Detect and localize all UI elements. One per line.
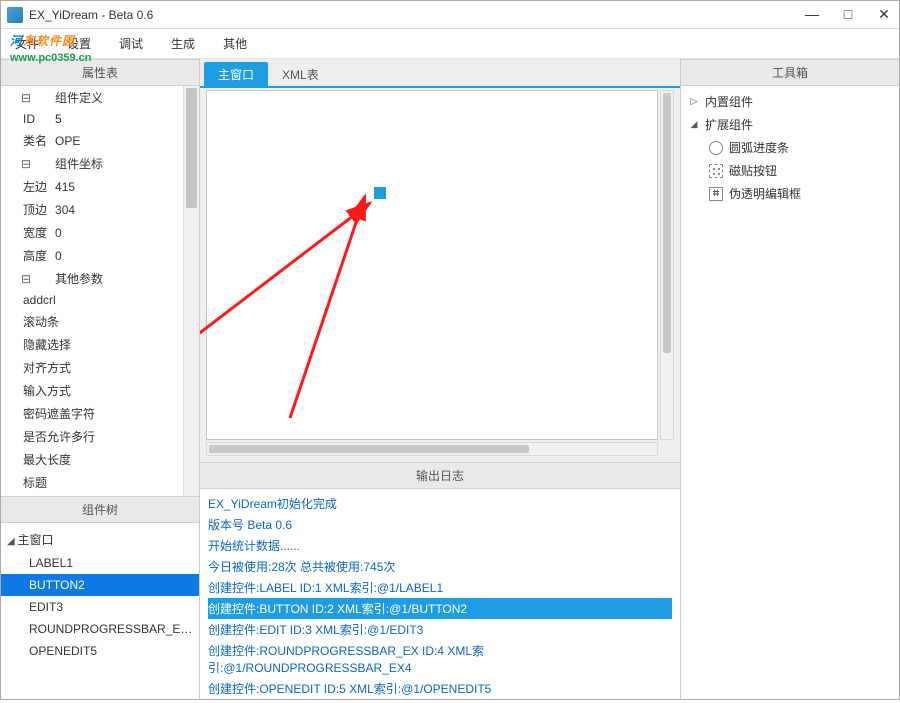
output-line[interactable]: 今日被使用:28次 总共被使用:745次: [208, 556, 672, 577]
selected-control-marker[interactable]: [374, 187, 386, 199]
prop-height-value[interactable]: 0: [51, 244, 199, 267]
close-button[interactable]: ✕: [875, 5, 893, 23]
toolbox-header: 工具箱: [681, 59, 899, 86]
minimize-button[interactable]: —: [803, 5, 821, 23]
tree-header: 组件树: [1, 496, 199, 523]
prop-scrollbar[interactable]: 滚动条: [1, 310, 199, 333]
prop-width-value[interactable]: 0: [51, 221, 199, 244]
output-header: 输出日志: [200, 462, 680, 489]
prop-height-label: 高度: [1, 244, 51, 267]
prop-textcolor[interactable]: 文本颜色: [1, 494, 199, 496]
canvas-vertical-scrollbar[interactable]: [660, 90, 674, 440]
window-title: EX_YiDream - Beta 0.6: [29, 8, 153, 22]
toolbox-category-builtin[interactable]: ▷内置组件: [687, 90, 893, 113]
menu-settings[interactable]: 设置: [67, 35, 91, 52]
menu-debug[interactable]: 调试: [119, 35, 143, 52]
output-line[interactable]: EX_YiDream初始化完成: [208, 493, 672, 514]
transparent-edit-icon: ⵌ: [709, 187, 723, 201]
prop-width-label: 宽度: [1, 221, 51, 244]
prop-class-value[interactable]: OPE: [51, 129, 199, 152]
prop-top-value[interactable]: 304: [51, 198, 199, 221]
prop-id-label: ID: [1, 109, 51, 129]
center-tabs: 主窗口 XML表: [200, 59, 680, 88]
prop-hideselection[interactable]: 隐藏选择: [1, 333, 199, 356]
prop-id-value[interactable]: 5: [51, 109, 199, 129]
toolbox-item-transparent-edit[interactable]: ⵌ伪透明编辑框: [687, 182, 893, 205]
prop-cat-definition[interactable]: 组件定义: [51, 86, 199, 109]
tree-root[interactable]: 主窗口: [1, 527, 199, 552]
menu-build[interactable]: 生成: [171, 35, 195, 52]
toolbox-list: ▷内置组件 ◢扩展组件 圆弧进度条 磁贴按钮 ⵌ伪透明编辑框: [681, 86, 899, 209]
prop-maxlength[interactable]: 最大长度: [1, 448, 199, 471]
toolbox-item-tile-button[interactable]: 磁贴按钮: [687, 159, 893, 182]
output-line[interactable]: 开始统计数据......: [208, 535, 672, 556]
prop-caption[interactable]: 标题: [1, 471, 199, 494]
output-line[interactable]: 创建控件:ROUNDPROGRESSBAR_EX ID:4 XML索引:@1/R…: [208, 640, 672, 678]
canvas-horizontal-scrollbar[interactable]: [206, 442, 658, 456]
prop-passwordchar[interactable]: 密码遮盖字符: [1, 402, 199, 425]
tree-item[interactable]: LABEL1: [1, 552, 199, 574]
design-canvas[interactable]: [206, 90, 658, 440]
output-line[interactable]: 创建控件:LABEL ID:1 XML索引:@1/LABEL1: [208, 577, 672, 598]
property-grid[interactable]: ⊟组件定义 ID5 类名OPE ⊟组件坐标 左边415 顶边304 宽度0 高度…: [1, 86, 199, 496]
tree-item[interactable]: OPENEDIT5: [1, 640, 199, 662]
toolbox-category-extend[interactable]: ◢扩展组件: [687, 113, 893, 136]
output-line[interactable]: 创建控件:BUTTON ID:2 XML索引:@1/BUTTON2: [208, 598, 672, 619]
menu-other[interactable]: 其他: [223, 35, 247, 52]
prop-left-label: 左边: [1, 175, 51, 198]
app-icon: [7, 7, 23, 23]
tree-item[interactable]: ROUNDPROGRESSBAR_EX4: [1, 618, 199, 640]
output-line[interactable]: 创建控件:OPENEDIT ID:5 XML索引:@1/OPENEDIT5: [208, 678, 672, 699]
prop-addcrl[interactable]: addcrl: [1, 290, 199, 310]
tab-xml-table[interactable]: XML表: [268, 62, 333, 86]
prop-class-label: 类名: [1, 129, 51, 152]
toolbox-item-round-progress[interactable]: 圆弧进度条: [687, 136, 893, 159]
menubar: 文件 设置 调试 生成 其他: [1, 29, 899, 59]
titlebar: EX_YiDream - Beta 0.6 — □ ✕: [1, 1, 899, 29]
output-line[interactable]: 版本号 Beta 0.6: [208, 514, 672, 535]
prop-align[interactable]: 对齐方式: [1, 356, 199, 379]
component-tree[interactable]: 主窗口LABEL1BUTTON2EDIT3ROUNDPROGRESSBAR_EX…: [1, 523, 199, 699]
properties-header: 属性表: [1, 59, 199, 86]
maximize-button[interactable]: □: [839, 5, 857, 23]
propgrid-scrollbar[interactable]: [183, 86, 199, 496]
tile-button-icon: [709, 164, 723, 178]
output-log[interactable]: EX_YiDream初始化完成版本号 Beta 0.6开始统计数据......今…: [200, 489, 680, 703]
prop-left-value[interactable]: 415: [51, 175, 199, 198]
tab-main-window[interactable]: 主窗口: [204, 62, 268, 86]
tree-item[interactable]: BUTTON2: [1, 574, 199, 596]
menu-file[interactable]: 文件: [15, 35, 39, 52]
output-line[interactable]: 创建控件:EDIT ID:3 XML索引:@1/EDIT3: [208, 619, 672, 640]
prop-cat-other[interactable]: 其他参数: [51, 267, 199, 290]
design-canvas-wrap: [200, 88, 680, 462]
prop-inputmode[interactable]: 输入方式: [1, 379, 199, 402]
prop-multiline[interactable]: 是否允许多行: [1, 425, 199, 448]
tree-item[interactable]: EDIT3: [1, 596, 199, 618]
prop-top-label: 顶边: [1, 198, 51, 221]
prop-cat-coords[interactable]: 组件坐标: [51, 152, 199, 175]
round-progress-icon: [709, 141, 723, 155]
